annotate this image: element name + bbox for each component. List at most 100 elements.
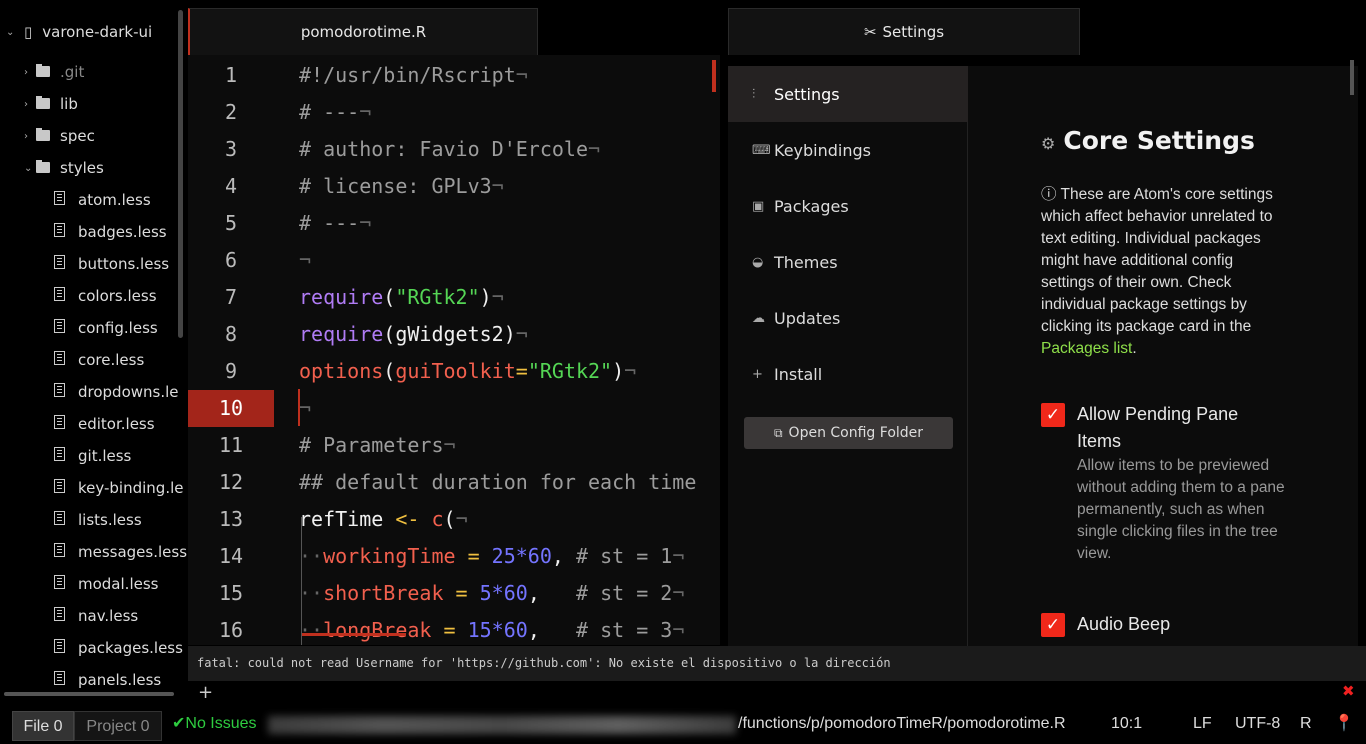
line-number[interactable]: 15 — [188, 575, 274, 612]
code-line[interactable]: ¬ — [299, 390, 311, 427]
settings-nav-install[interactable]: + Install — [728, 346, 968, 402]
line-number[interactable]: 7 — [188, 279, 274, 316]
code-line[interactable]: # license: GPLv3¬ — [299, 168, 504, 205]
tree-item[interactable]: git.less — [54, 444, 131, 468]
tree-item[interactable]: key-binding.le — [54, 476, 183, 500]
line-ending[interactable]: LF — [1193, 708, 1212, 740]
button-label: Open Config Folder — [788, 425, 924, 441]
code-line[interactable]: require("RGtk2")¬ — [299, 279, 504, 316]
code-line[interactable]: ## default duration for each time — [299, 464, 696, 501]
tree-item[interactable]: buttons.less — [54, 252, 169, 276]
tree-item[interactable]: panels.less — [54, 668, 161, 692]
tree-item[interactable]: ⌄ styles — [24, 156, 104, 180]
settings-nav-packages[interactable]: ▣ Packages — [728, 178, 968, 234]
packages-list-link[interactable]: Packages list — [1041, 340, 1132, 357]
cursor-position[interactable]: 10:1 — [1111, 708, 1142, 740]
tree-item[interactable]: colors.less — [54, 284, 157, 308]
cloud-download-icon: ☁ — [752, 310, 765, 326]
line-number[interactable]: 12 — [188, 464, 274, 501]
tree-item[interactable]: messages.less — [54, 540, 187, 564]
tree-item[interactable]: modal.less — [54, 572, 158, 596]
settings-nav-keybindings[interactable]: ⌨ Keybindings — [728, 122, 968, 178]
line-number[interactable]: 3 — [188, 131, 274, 168]
nav-label: Packages — [774, 196, 849, 216]
code-token: # --- — [299, 100, 360, 124]
tree-item[interactable]: atom.less — [54, 188, 151, 212]
tree-item[interactable]: › spec — [24, 124, 95, 148]
code-line[interactable]: require(gWidgets2)¬ — [299, 316, 528, 353]
settings-nav-themes[interactable]: ◒ Themes — [728, 234, 968, 290]
code-line[interactable]: refTime <- c(¬ — [299, 501, 468, 538]
settings-nav-settings[interactable]: ⫶ Settings — [728, 66, 968, 122]
tree-item-label: styles — [60, 159, 104, 177]
tree-item[interactable]: config.less — [54, 316, 158, 340]
code-editor[interactable]: 1 #!/usr/bin/Rscript¬ 2 # ---¬ 3 # author: Fa… — [188, 55, 720, 645]
close-icon[interactable]: ✖ — [1342, 682, 1355, 700]
code-line[interactable]: # ---¬ — [299, 205, 371, 242]
code-line[interactable]: options(guiToolkit="RGtk2")¬ — [299, 353, 636, 390]
file-path[interactable]: /functions/p/pomodoroTimeR/pomodorotime.… — [738, 708, 1066, 740]
line-number[interactable]: 6 — [188, 242, 274, 279]
tree-item[interactable]: › .git — [24, 60, 84, 84]
code-token: ¬ — [491, 174, 504, 198]
tree-item[interactable]: nav.less — [54, 604, 138, 628]
tree-item[interactable]: core.less — [54, 348, 144, 372]
code-line[interactable]: # Parameters¬ — [299, 427, 456, 464]
tree-item[interactable]: › lib — [24, 92, 78, 116]
editor-scrollbar[interactable] — [712, 60, 716, 92]
code-token: ( — [443, 507, 456, 531]
line-number[interactable]: 4 — [188, 168, 274, 205]
pin-icon[interactable]: 📍 — [1334, 708, 1354, 740]
code-line[interactable]: ··workingTime = 25*60, # st = 1¬ — [299, 538, 684, 575]
line-number[interactable]: 10 — [188, 390, 274, 427]
code-token: ·· — [299, 618, 324, 642]
settings-scrollbar[interactable] — [1350, 60, 1354, 95]
line-number[interactable]: 2 — [188, 94, 274, 131]
tab-pomodorotime[interactable]: pomodorotime.R — [188, 8, 538, 55]
tree-item[interactable]: badges.less — [54, 220, 167, 244]
tree-item[interactable]: editor.less — [54, 412, 155, 436]
line-number[interactable]: 13 — [188, 501, 274, 538]
code-line[interactable]: ¬ — [299, 242, 311, 279]
code-token: guiToolkit — [395, 359, 516, 383]
line-number[interactable]: 11 — [188, 427, 274, 464]
tree-item-label: panels.less — [78, 671, 162, 689]
line-number[interactable]: 9 — [188, 353, 274, 390]
code-line[interactable]: #!/usr/bin/Rscript¬ — [299, 57, 528, 94]
open-config-folder-button[interactable]: ⧉ Open Config Folder — [744, 417, 953, 449]
tree-item-label: editor.less — [78, 415, 155, 433]
code-line[interactable]: # author: Favio D'Ercole¬ — [299, 131, 600, 168]
code-line[interactable]: ··longBreak = 15*60, # st = 3¬ — [299, 612, 684, 645]
tree-item-label: atom.less — [78, 191, 151, 209]
tree-scrollbar[interactable] — [178, 10, 183, 338]
line-number[interactable]: 5 — [188, 205, 274, 242]
paintcan-icon: ◒ — [752, 254, 764, 270]
line-number[interactable]: 16 — [188, 612, 274, 645]
file-issues-tab[interactable]: File 0 — [12, 711, 74, 741]
tree-item[interactable]: packages.less — [54, 636, 183, 660]
settings-nav-updates[interactable]: ☁ Updates — [728, 290, 968, 346]
repo-icon: ▯ — [24, 23, 33, 41]
tree-item[interactable]: dropdowns.le — [54, 380, 179, 404]
line-number[interactable]: 14 — [188, 538, 274, 575]
add-icon[interactable]: + — [198, 682, 213, 703]
code-line[interactable]: # ---¬ — [299, 94, 371, 131]
lint-status[interactable]: ✔No Issues — [172, 708, 257, 740]
checkbox[interactable]: ✓ — [1041, 613, 1065, 637]
line-number[interactable]: 1 — [188, 57, 274, 94]
encoding[interactable]: UTF-8 — [1235, 708, 1280, 740]
tree-horizontal-scrollbar[interactable] — [4, 692, 174, 696]
code-token: ¬ — [515, 322, 528, 346]
folder-icon — [36, 159, 54, 177]
checkbox[interactable]: ✓ — [1041, 403, 1065, 427]
tab-settings[interactable]: ✂ Settings — [728, 8, 1080, 55]
code-token: ¬ — [443, 433, 456, 457]
code-line[interactable]: ··shortBreak = 5*60, # st = 2¬ — [299, 575, 684, 612]
nav-label: Themes — [774, 252, 838, 272]
project-issues-tab[interactable]: Project 0 — [74, 711, 162, 741]
tree-root[interactable]: ⌄ ▯ varone-dark-ui — [6, 20, 152, 44]
package-icon: ▣ — [752, 198, 765, 214]
line-number[interactable]: 8 — [188, 316, 274, 353]
grammar[interactable]: R — [1300, 708, 1312, 740]
tree-item[interactable]: lists.less — [54, 508, 142, 532]
